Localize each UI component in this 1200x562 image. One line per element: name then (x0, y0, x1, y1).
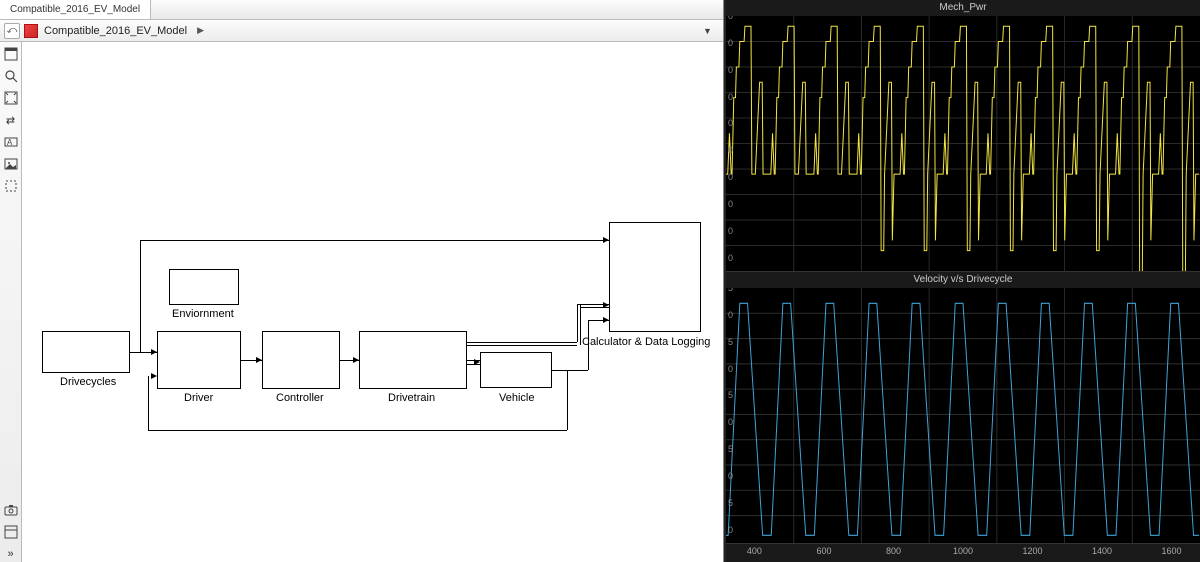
scope-title-bottom: Velocity v/s Drivecycle (726, 272, 1200, 288)
svg-text:A: A (7, 138, 13, 147)
label-drivetrain: Drivetrain (388, 392, 435, 404)
y-tick: 0 (728, 199, 733, 209)
simulink-editor-panel: Compatible_2016_EV_Model ⤺ Compatible_20… (0, 0, 724, 562)
y-tick: 0 (728, 417, 733, 427)
block-controller[interactable] (262, 331, 340, 389)
y-tick: 5 (728, 498, 733, 508)
model-browser-icon[interactable] (3, 524, 19, 540)
hide-toolstrip-icon[interactable] (3, 46, 19, 62)
block-drivecycles[interactable] (42, 331, 130, 373)
image-icon[interactable] (3, 156, 19, 172)
y-tick: 0 (728, 310, 733, 320)
velocity-waveform (726, 288, 1200, 543)
block-calculator[interactable] (609, 222, 701, 332)
y-tick: 0 (728, 65, 733, 75)
workspace: ⇄ A » Drivecycles Enviornment Driver Con… (0, 42, 723, 562)
y-tick: 0 (728, 226, 733, 236)
label-drivecycles: Drivecycles (60, 376, 116, 388)
scope-panel: Mech_Pwr 0 0 0 0 0 0 0 0 0 0 Velocity v/s Drivecy… (724, 0, 1200, 562)
scope-plot-bottom: 5 0 5 0 5 0 5 0 5 0 (726, 288, 1200, 543)
fit-to-view-icon[interactable] (3, 90, 19, 106)
left-toolbar: ⇄ A » (0, 42, 22, 562)
block-environment[interactable] (169, 269, 239, 305)
breadcrumb-dropdown[interactable]: ▼ (703, 26, 719, 36)
label-calculator: Calculator & Data Logging (582, 336, 710, 348)
mech-pwr-waveform (726, 16, 1200, 271)
model-tab[interactable]: Compatible_2016_EV_Model (0, 0, 151, 19)
label-driver: Driver (184, 392, 213, 404)
block-driver[interactable] (157, 331, 241, 389)
toggle-perspective-icon[interactable]: ⇄ (3, 112, 19, 128)
y-tick: 0 (728, 145, 733, 155)
y-tick: 5 (728, 337, 733, 347)
collapse-icon[interactable]: » (3, 546, 19, 562)
annotation-icon[interactable]: A (3, 134, 19, 150)
area-icon[interactable] (3, 178, 19, 194)
scope-mech-pwr[interactable]: Mech_Pwr 0 0 0 0 0 0 0 0 0 0 (726, 0, 1200, 272)
y-tick: 0 (728, 172, 733, 182)
scope-velocity[interactable]: Velocity v/s Drivecycle 5 0 5 0 5 0 5 0 5 0 (726, 272, 1200, 544)
x-tick: 1400 (1092, 546, 1112, 556)
block-drivetrain[interactable] (359, 331, 467, 389)
y-tick: 0 (728, 253, 733, 263)
x-tick: 1200 (1023, 546, 1043, 556)
model-canvas[interactable]: Drivecycles Enviornment Driver Controlle… (22, 42, 723, 562)
breadcrumb-title[interactable]: Compatible_2016_EV_Model (44, 25, 187, 37)
x-tick: 1000 (953, 546, 973, 556)
y-tick: 0 (728, 118, 733, 128)
y-tick: 0 (728, 525, 733, 535)
y-tick: 5 (728, 288, 733, 293)
model-icon (24, 24, 38, 38)
x-tick: 600 (816, 546, 831, 556)
label-controller: Controller (276, 392, 324, 404)
y-tick: 0 (728, 92, 733, 102)
tab-bar: Compatible_2016_EV_Model (0, 0, 723, 20)
back-button[interactable]: ⤺ (4, 23, 20, 39)
y-tick: 0 (728, 471, 733, 481)
scope-plot-top: 0 0 0 0 0 0 0 0 0 0 (726, 16, 1200, 271)
y-tick: 0 (728, 16, 733, 21)
breadcrumb: ⤺ Compatible_2016_EV_Model ▶ ▼ (0, 20, 723, 42)
x-tick: 400 (747, 546, 762, 556)
label-vehicle: Vehicle (499, 392, 534, 404)
screenshot-icon[interactable] (3, 502, 19, 518)
zoom-icon[interactable] (3, 68, 19, 84)
scope-title-top: Mech_Pwr (726, 0, 1200, 16)
y-tick: 0 (728, 364, 733, 374)
y-tick: 0 (728, 38, 733, 48)
x-tick: 800 (886, 546, 901, 556)
label-environment: Enviornment (172, 308, 234, 320)
tab-title: Compatible_2016_EV_Model (10, 4, 140, 15)
y-tick: 5 (728, 444, 733, 454)
x-tick: 1600 (1162, 546, 1182, 556)
chevron-right-icon: ▶ (197, 25, 204, 36)
y-tick: 5 (728, 390, 733, 400)
scope-x-axis: 400 600 800 1000 1200 1400 1600 (726, 544, 1200, 562)
block-vehicle[interactable] (480, 352, 552, 388)
